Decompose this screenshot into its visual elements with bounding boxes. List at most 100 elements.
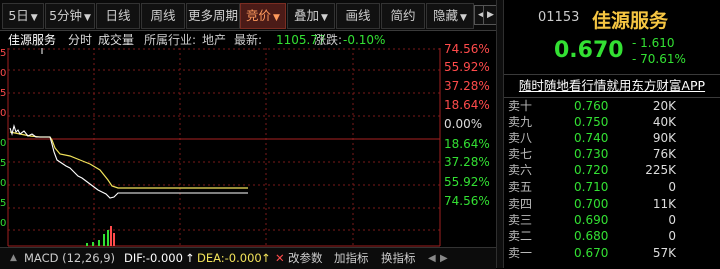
button-label: 更多周期 xyxy=(187,8,238,23)
order-book-row: 卖九 0.750 40K xyxy=(504,115,720,130)
period-5day-button[interactable]: 5日 ▼ xyxy=(2,3,44,29)
ask-volume: 57K xyxy=(652,246,676,260)
ask-price: 0.760 xyxy=(574,99,609,113)
dif-value: DIF:-0.000 xyxy=(124,251,183,265)
intraday-chart[interactable]: 5 0 5 0 0 5 0 5 0 74.56% 55.92% 37.28% 1… xyxy=(0,42,496,248)
chevron-down-icon: ▼ xyxy=(273,13,280,23)
close-icon[interactable]: ✕ xyxy=(275,248,285,269)
ask-price: 0.720 xyxy=(574,163,609,177)
volume-bar xyxy=(103,234,105,246)
panel-divider[interactable] xyxy=(496,0,504,268)
ask-price: 0.750 xyxy=(574,115,609,129)
left-tick: 5 xyxy=(0,48,7,59)
ask-volume: 0 xyxy=(668,213,676,227)
ask-price: 0.730 xyxy=(574,147,609,161)
ask-price: 0.700 xyxy=(574,197,609,211)
ask-label: 卖三 xyxy=(508,213,533,227)
stock-name: 佳源服务 xyxy=(592,10,669,32)
left-tick: 0 xyxy=(0,108,7,119)
period-weekly-button[interactable]: 周线 xyxy=(141,3,185,29)
volume-bar xyxy=(110,226,112,246)
left-tick: 5 xyxy=(0,158,7,169)
ask-volume: 40K xyxy=(652,115,676,129)
next-indicator-icon[interactable]: ▶ xyxy=(440,248,448,269)
left-tick: 0 xyxy=(0,138,7,149)
ask-volume: 90K xyxy=(652,131,676,145)
ask-price: 0.670 xyxy=(574,246,609,260)
avg-price-line xyxy=(9,131,248,189)
prev-indicator-icon[interactable]: ◀ xyxy=(428,248,436,269)
ask-label: 卖十 xyxy=(508,99,533,113)
axis-label: 18.64% xyxy=(444,98,490,112)
button-label: 隐藏 xyxy=(433,8,459,23)
ask-volume: 225K xyxy=(645,163,676,177)
auction-button[interactable]: 竞价 ▼ xyxy=(240,3,286,29)
dif-arrow-icon: ↑ xyxy=(185,251,195,265)
timeshare-tab[interactable]: 分时 xyxy=(68,31,92,49)
order-book-row: 卖六 0.720 225K xyxy=(504,163,720,178)
ask-label: 卖四 xyxy=(508,197,533,211)
stock-code: 01153 xyxy=(538,10,580,25)
dea-arrow-icon: ↑ xyxy=(261,251,271,265)
order-book-row: 卖三 0.690 0 xyxy=(504,213,720,228)
collapse-icon[interactable]: ▲ xyxy=(10,248,17,269)
indicator-name[interactable]: MACD (12,26,9) xyxy=(24,248,115,269)
button-label: 5日 xyxy=(8,8,29,23)
axis-label: 18.64% xyxy=(444,137,490,151)
industry-value[interactable]: 地产 xyxy=(202,31,226,49)
axis-label: 74.56% xyxy=(444,194,490,208)
dea-value: DEA:-0.000 xyxy=(197,251,262,265)
ask-volume: 0 xyxy=(668,180,676,194)
draw-line-button[interactable]: 画线 xyxy=(336,3,380,29)
chevron-down-icon: ▼ xyxy=(460,13,467,23)
order-book-row: 卖八 0.740 90K xyxy=(504,131,720,146)
price-change-pct: - 70.61% xyxy=(632,52,686,66)
chevron-down-icon: ▼ xyxy=(321,13,328,23)
ask-label: 卖二 xyxy=(508,229,533,243)
ask-price: 0.740 xyxy=(574,131,609,145)
ask-volume: 0 xyxy=(668,229,676,243)
app-promo-link[interactable]: 随时随地看行情就用东方财富APP xyxy=(504,74,720,98)
latest-label: 最新: xyxy=(234,33,263,47)
button-label: 叠加 xyxy=(294,8,320,23)
ask-label: 卖八 xyxy=(508,131,533,145)
volume-bar xyxy=(92,242,94,246)
volume-bars xyxy=(86,226,115,246)
chevron-down-icon: ▼ xyxy=(84,13,91,23)
price-change: - 1.610 xyxy=(632,36,675,50)
axis-label: 37.28% xyxy=(444,155,490,169)
change-label: 涨跌: xyxy=(314,33,343,47)
stock-name-label: 佳源服务 xyxy=(8,33,57,47)
ask-price: 0.710 xyxy=(574,180,609,194)
ask-volume: 76K xyxy=(652,147,676,161)
ask-label: 卖六 xyxy=(508,163,533,177)
edit-params-button[interactable]: 改参数 xyxy=(288,248,323,269)
left-tick: 0 xyxy=(0,178,7,189)
volume-bar xyxy=(86,243,88,246)
chart-canvas xyxy=(7,48,441,247)
simple-mode-button[interactable]: 简约 xyxy=(381,3,425,29)
button-label: 画线 xyxy=(345,8,371,23)
volume-tab[interactable]: 成交量 xyxy=(98,31,134,49)
left-tick: 0 xyxy=(0,68,7,79)
switch-indicator-button[interactable]: 换指标 xyxy=(381,248,416,269)
chevron-right-icon: ▶ xyxy=(487,10,494,20)
volume-bar xyxy=(113,233,115,246)
period-daily-button[interactable]: 日线 xyxy=(96,3,140,29)
ask-label: 卖五 xyxy=(508,180,533,194)
overlay-button[interactable]: 叠加 ▼ xyxy=(287,3,335,29)
chevron-down-icon: ▼ xyxy=(30,13,38,23)
hide-button[interactable]: 隐藏 ▼ xyxy=(426,3,474,29)
add-indicator-button[interactable]: 加指标 xyxy=(334,248,369,269)
volume-bar xyxy=(98,240,100,246)
button-label: 日线 xyxy=(105,8,131,23)
left-tick: 5 xyxy=(0,88,7,99)
axis-label: 74.56% xyxy=(444,42,490,56)
more-periods-button[interactable]: 更多周期 xyxy=(186,3,240,29)
ask-volume: 20K xyxy=(652,99,676,113)
order-book-row: 卖二 0.680 0 xyxy=(504,229,720,244)
ask-label: 卖九 xyxy=(508,115,533,129)
button-label: 周线 xyxy=(150,8,176,23)
ask-volume: 11K xyxy=(652,197,676,211)
period-5min-button[interactable]: 5分钟 ▼ xyxy=(45,3,95,29)
